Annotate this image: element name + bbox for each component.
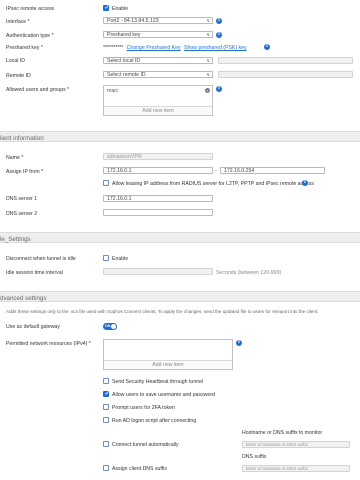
default-gateway-label: Use as default gateway <box>6 324 60 330</box>
permitted-resources-list[interactable]: Add new item <box>103 339 233 370</box>
dns1-label: DNS server 1 <box>6 196 38 202</box>
auth-type-info-icon[interactable]: i <box>216 31 222 38</box>
idle-settings-section: le_Settings <box>0 232 360 243</box>
ipsec-enable-checkbox[interactable] <box>103 5 109 11</box>
remove-item-icon[interactable]: × <box>205 88 210 93</box>
add-new-item-button[interactable]: Add new item <box>104 360 232 369</box>
remote-id-value-field <box>218 71 353 78</box>
radius-lease-label: Allow leasing IP address from RADIUS ser… <box>112 181 314 187</box>
twofa-label: Prompt users for 2FA token <box>112 405 175 411</box>
ad-logon-checkbox[interactable] <box>103 417 109 423</box>
allowed-users-list[interactable]: marc × Add new item <box>103 85 213 116</box>
radius-lease-info-icon[interactable]: i <box>302 180 308 186</box>
ipsec-remote-access-label: IPsec remote access <box>6 6 55 12</box>
preshared-key-mask: ********** <box>103 45 124 51</box>
radius-lease-checkbox[interactable] <box>103 180 109 186</box>
preshared-key-label: Preshared key * <box>6 45 43 51</box>
disconnect-idle-label: Disconnect when tunnel is idle <box>6 256 76 262</box>
assign-ip-label: Assign IP from * <box>6 169 44 175</box>
advanced-description: Adds these settings only to the .scx fil… <box>6 309 319 314</box>
auto-connect-checkbox[interactable] <box>103 441 109 447</box>
client-information-section: lient information <box>0 131 360 142</box>
local-id-label: Local ID <box>6 58 26 64</box>
auth-type-select[interactable]: Preshared key <box>103 31 213 38</box>
section-title: le_Settings <box>0 235 31 243</box>
advanced-settings-section: dvanced settings <box>0 291 360 302</box>
local-id-select[interactable]: Select local ID <box>103 57 213 64</box>
permitted-resources-label: Permitted network resources (IPv4) * <box>6 341 91 347</box>
assign-dns-suffix-checkbox[interactable] <box>103 465 109 471</box>
dns2-field[interactable] <box>103 209 213 216</box>
section-title: dvanced settings <box>0 294 47 302</box>
local-id-value-field <box>218 57 353 64</box>
default-gateway-toggle[interactable]: ON <box>103 323 117 330</box>
interface-select[interactable]: Port2 - 84.13.84.5.123 <box>103 17 213 24</box>
ip-to-field[interactable]: 172.16.0.254 <box>220 167 325 174</box>
dns-suffix-label: DNS suffix <box>242 454 267 460</box>
save-credentials-label: Allow users to save username and passwor… <box>112 392 215 398</box>
disconnect-idle-enable-label: Enable <box>112 256 129 262</box>
change-psk-link[interactable]: Change Preshared Key <box>127 45 181 51</box>
remote-id-label: Remote ID <box>6 73 31 79</box>
name-field: sdmadsonVPN <box>103 153 213 160</box>
list-item: marc <box>107 88 119 94</box>
interface-info-icon[interactable]: i <box>216 17 222 24</box>
dns2-label: DNS server 2 <box>6 211 38 217</box>
idle-time-hint: Seconds (between 120-999) <box>216 270 282 276</box>
auth-type-label: Authentication type * <box>6 33 54 39</box>
name-label: Name * <box>6 155 24 161</box>
twofa-checkbox[interactable] <box>103 404 109 410</box>
remote-id-select[interactable]: Select remote ID <box>103 71 213 78</box>
ip-range-dash: - <box>215 168 217 174</box>
auto-connect-label: Connect tunnel automatically <box>112 442 179 448</box>
add-new-item-button[interactable]: Add new item <box>104 106 212 115</box>
allowed-users-info-icon[interactable]: i <box>216 86 222 92</box>
show-psk-link[interactable]: Show preshared (PSK) key <box>184 45 247 51</box>
heartbeat-label: Send Security Heartbeat through tunnel <box>112 379 204 385</box>
section-title: lient information <box>0 134 44 142</box>
hostname-monitor-label: Hostname or DNS suffix to monitor <box>242 430 323 436</box>
toggle-text: ON <box>105 324 111 328</box>
permitted-resources-info-icon[interactable]: i <box>236 340 242 346</box>
disconnect-idle-checkbox[interactable] <box>103 255 109 261</box>
allowed-users-label: Allowed users and groups * <box>6 87 70 93</box>
ipsec-enable-label: Enable <box>112 6 129 12</box>
heartbeat-checkbox[interactable] <box>103 378 109 384</box>
preshared-key-info-icon[interactable]: i <box>264 44 270 50</box>
ad-logon-label: Run AD logon script after connecting <box>112 418 197 424</box>
idle-time-field <box>103 268 213 275</box>
hostname-monitor-field: Enter a hostname or DNS suffix <box>242 441 350 448</box>
interface-label: Interface * <box>6 19 30 25</box>
save-credentials-checkbox[interactable] <box>103 391 109 397</box>
ip-from-field[interactable]: 172.16.0.1 <box>103 167 213 174</box>
dns-suffix-field: Enter a hostname or DNS suffix <box>242 465 350 472</box>
idle-time-label: Idle session time interval <box>6 270 63 276</box>
dns1-field[interactable]: 172.16.0.1 <box>103 195 213 202</box>
assign-dns-suffix-label: Assign client DNS suffix <box>112 466 167 472</box>
preshared-key-row: ********** Change Preshared Key Show pre… <box>103 45 247 51</box>
